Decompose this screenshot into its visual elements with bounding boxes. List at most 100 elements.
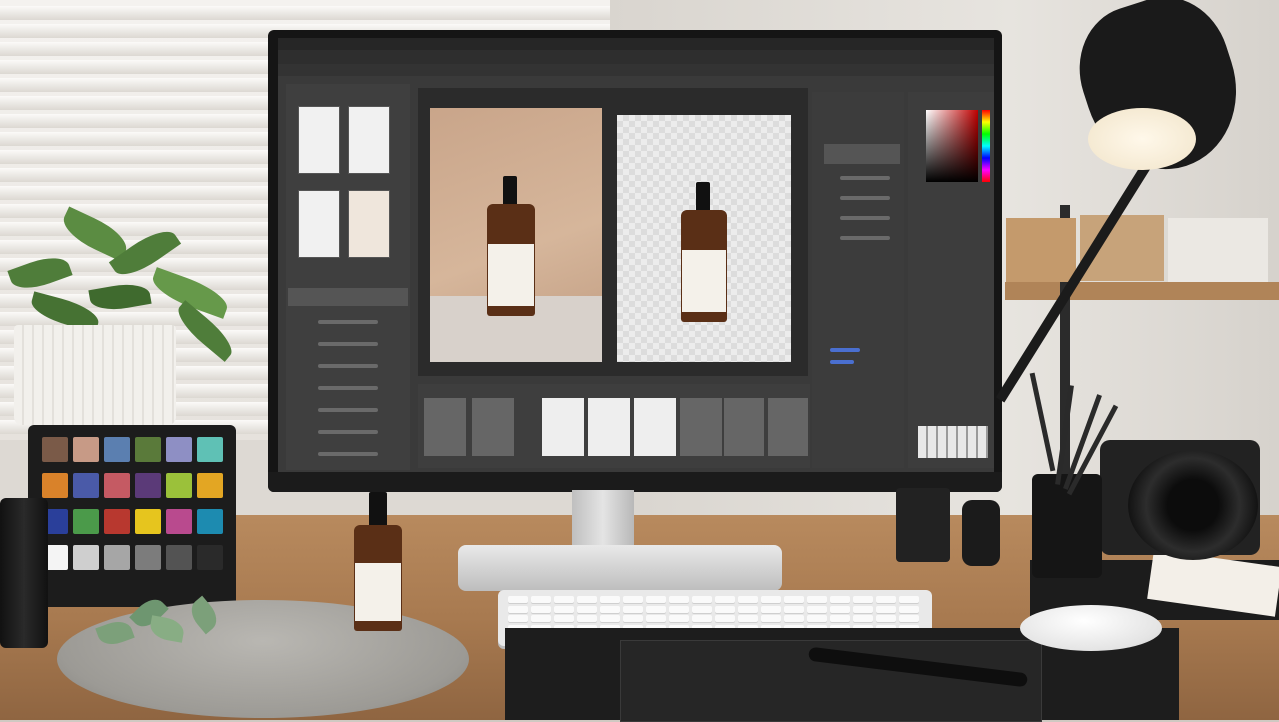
highlight-item[interactable] bbox=[830, 348, 860, 352]
keyboard-key[interactable] bbox=[669, 605, 689, 613]
keyboard-key[interactable] bbox=[784, 605, 804, 613]
keyboard-key[interactable] bbox=[761, 596, 781, 603]
filmstrip-thumb[interactable] bbox=[724, 398, 764, 456]
keyboard-key[interactable] bbox=[600, 615, 620, 622]
keyboard-key[interactable] bbox=[738, 605, 758, 613]
color-swatch bbox=[104, 509, 130, 534]
filmstrip-thumb[interactable] bbox=[680, 398, 722, 456]
filmstrip-thumb[interactable] bbox=[768, 398, 808, 456]
filmstrip-thumb[interactable] bbox=[424, 398, 466, 456]
keyboard-key[interactable] bbox=[899, 615, 919, 622]
keyboard-key[interactable] bbox=[807, 596, 827, 603]
keyboard-key[interactable] bbox=[899, 605, 919, 613]
keyboard-key[interactable] bbox=[899, 596, 919, 603]
color-swatch bbox=[73, 437, 99, 462]
blind-slat bbox=[0, 6, 610, 20]
keyboard-key[interactable] bbox=[830, 605, 850, 613]
keyboard-key[interactable] bbox=[853, 615, 873, 622]
keyboard-key[interactable] bbox=[715, 615, 735, 622]
keyboard-key[interactable] bbox=[508, 615, 528, 622]
wall-shelf bbox=[1005, 282, 1279, 300]
keyboard-key[interactable] bbox=[692, 615, 712, 622]
keyboard-key[interactable] bbox=[830, 615, 850, 622]
keyboard-key[interactable] bbox=[623, 596, 643, 603]
keyboard-key[interactable] bbox=[738, 615, 758, 622]
keyboard-key[interactable] bbox=[669, 596, 689, 603]
color-swatch bbox=[135, 437, 161, 462]
keyboard-key[interactable] bbox=[669, 615, 689, 622]
document-tabs[interactable] bbox=[278, 64, 994, 76]
keyboard-key[interactable] bbox=[761, 605, 781, 613]
panel-item[interactable] bbox=[318, 364, 378, 368]
keyboard-key[interactable] bbox=[876, 596, 896, 603]
panel-item[interactable] bbox=[318, 408, 378, 412]
keyboard-key[interactable] bbox=[784, 615, 804, 622]
keyboard-key[interactable] bbox=[715, 596, 735, 603]
panel-item[interactable] bbox=[318, 452, 378, 456]
layer-item[interactable] bbox=[840, 196, 890, 200]
panel-item-selected[interactable] bbox=[288, 288, 408, 306]
menu-bar[interactable] bbox=[278, 38, 994, 50]
filmstrip-thumb[interactable] bbox=[588, 398, 630, 456]
color-swatch bbox=[197, 437, 223, 462]
plant-pot bbox=[14, 325, 176, 425]
color-picker[interactable] bbox=[926, 110, 978, 182]
keyboard-key[interactable] bbox=[554, 605, 574, 613]
keyboard-key[interactable] bbox=[646, 615, 666, 622]
keyboard-key[interactable] bbox=[853, 596, 873, 603]
keyboard-key[interactable] bbox=[646, 605, 666, 613]
keyboard-key[interactable] bbox=[692, 605, 712, 613]
panel-item[interactable] bbox=[318, 430, 378, 434]
keyboard-key[interactable] bbox=[508, 596, 528, 603]
layer-selected[interactable] bbox=[824, 144, 900, 164]
keyboard-key[interactable] bbox=[600, 596, 620, 603]
thumbnail-4[interactable] bbox=[348, 190, 390, 258]
keyboard-key[interactable] bbox=[830, 596, 850, 603]
keyboard-key[interactable] bbox=[577, 615, 597, 622]
keyboard-key[interactable] bbox=[784, 596, 804, 603]
thumbnail-1[interactable] bbox=[298, 106, 340, 174]
keyboard-key[interactable] bbox=[715, 605, 735, 613]
keyboard-key[interactable] bbox=[623, 615, 643, 622]
keyboard-key[interactable] bbox=[531, 596, 551, 603]
keyboard-key[interactable] bbox=[646, 596, 666, 603]
keyboard-key[interactable] bbox=[554, 596, 574, 603]
layer-item[interactable] bbox=[840, 216, 890, 220]
keyboard-key[interactable] bbox=[531, 615, 551, 622]
filmstrip-thumb[interactable] bbox=[472, 398, 514, 456]
keyboard-key[interactable] bbox=[600, 605, 620, 613]
thumbnail-3[interactable] bbox=[298, 190, 340, 258]
options-bar[interactable] bbox=[278, 50, 994, 64]
keyboard-key[interactable] bbox=[531, 605, 551, 613]
keyboard-key[interactable] bbox=[738, 596, 758, 603]
keyboard-key[interactable] bbox=[807, 615, 827, 622]
shelf-container bbox=[1168, 218, 1268, 282]
color-swatch bbox=[135, 509, 161, 534]
color-swatch bbox=[166, 545, 192, 570]
keyboard-key[interactable] bbox=[876, 605, 896, 613]
hue-slider[interactable] bbox=[982, 110, 990, 182]
color-swatch bbox=[166, 473, 192, 498]
keyboard-key[interactable] bbox=[876, 615, 896, 622]
thumbnail-2[interactable] bbox=[348, 106, 390, 174]
color-swatch bbox=[104, 545, 130, 570]
highlight-item[interactable] bbox=[830, 360, 854, 364]
keyboard-key[interactable] bbox=[853, 605, 873, 613]
panel-item[interactable] bbox=[318, 320, 378, 324]
keyboard-key[interactable] bbox=[554, 615, 574, 622]
keyboard-key[interactable] bbox=[508, 605, 528, 613]
bottle-label bbox=[488, 244, 534, 306]
layer-item[interactable] bbox=[840, 176, 890, 180]
keyboard-key[interactable] bbox=[807, 605, 827, 613]
mouse[interactable] bbox=[1020, 605, 1162, 651]
keyboard-key[interactable] bbox=[761, 615, 781, 622]
layer-item[interactable] bbox=[840, 236, 890, 240]
keyboard-key[interactable] bbox=[692, 596, 712, 603]
panel-item[interactable] bbox=[318, 342, 378, 346]
panel-item[interactable] bbox=[318, 386, 378, 390]
filmstrip-thumb[interactable] bbox=[634, 398, 676, 456]
keyboard-key[interactable] bbox=[577, 596, 597, 603]
keyboard-key[interactable] bbox=[577, 605, 597, 613]
filmstrip-thumb[interactable] bbox=[542, 398, 584, 456]
keyboard-key[interactable] bbox=[623, 605, 643, 613]
